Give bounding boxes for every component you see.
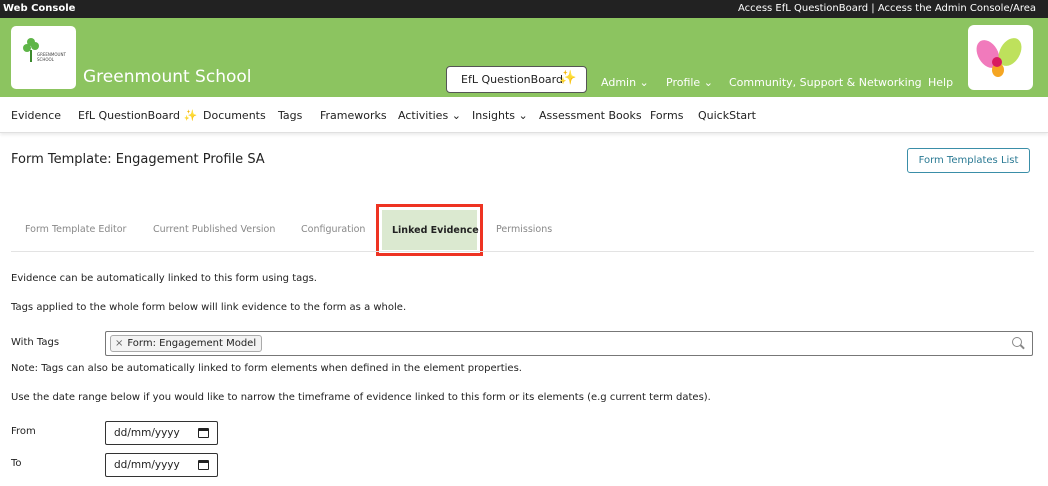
date-range-instructions: Use the date range below if you would li… [11,392,711,403]
top-bar: Web Console Access EfL QuestionBoard | A… [0,0,1048,18]
magic-wand-icon: ✨ [559,70,577,86]
calendar-icon[interactable] [198,460,209,470]
chevron-down-icon: ⌄ [451,109,461,122]
help-link[interactable]: Help [928,76,953,89]
main-nav: Evidence EfL QuestionBoard ✨ Documents T… [0,97,1048,133]
nav-activities[interactable]: Activities ⌄ [398,109,461,122]
school-banner: GREENMOUNT SCHOOL Greenmount School EfL … [0,18,1048,97]
to-date-input[interactable]: dd/mm/yyyy [105,453,218,477]
questionboard-button[interactable]: EfL QuestionBoard ✨ [446,66,587,93]
nav-forms[interactable]: Forms [650,109,683,122]
tab-configuration[interactable]: Configuration [301,224,365,235]
nav-quickstart[interactable]: QuickStart [698,109,756,122]
tab-linked-evidence-label: Linked Evidence [392,225,479,236]
magic-wand-icon: ✨ [183,109,198,122]
with-tags-label: With Tags [11,337,60,348]
tag-chip[interactable]: × Form: Engagement Model [110,335,263,352]
tabs-divider [11,251,1034,252]
nav-documents[interactable]: Documents [203,109,266,122]
calendar-icon[interactable] [198,428,209,438]
nav-insights[interactable]: Insights ⌄ [472,109,528,122]
school-logo[interactable]: GREENMOUNT SCHOOL [11,26,76,89]
questionboard-label: EfL QuestionBoard [461,73,563,86]
access-links[interactable]: Access EfL QuestionBoard | Access the Ad… [738,3,1036,14]
remove-tag-icon[interactable]: × [115,338,123,349]
tab-permissions[interactable]: Permissions [496,224,552,235]
logo-text: GREENMOUNT SCHOOL [37,52,66,62]
nav-questionboard[interactable]: EfL QuestionBoard ✨ [78,109,197,122]
nav-tags[interactable]: Tags [278,109,302,122]
profile-menu[interactable]: Profile ⌄ [666,76,713,89]
tab-current-published-version[interactable]: Current Published Version [153,224,275,235]
community-link[interactable]: Community, Support & Networking [729,76,922,89]
search-icon [1012,337,1025,350]
nav-assessment-books[interactable]: Assessment Books [539,109,642,122]
to-label: To [11,458,22,469]
from-date-input[interactable]: dd/mm/yyyy [105,421,218,445]
school-name: Greenmount School [83,67,252,87]
nav-evidence[interactable]: Evidence [11,109,61,122]
intro-text: Evidence can be automatically linked to … [11,273,317,284]
from-label: From [11,426,36,437]
brand-logo[interactable] [968,25,1033,90]
tags-note: Note: Tags can also be automatically lin… [11,363,522,374]
form-templates-list-button[interactable]: Form Templates List [907,148,1030,173]
tab-form-template-editor[interactable]: Form Template Editor [25,224,126,235]
nav-frameworks[interactable]: Frameworks [320,109,387,122]
tab-linked-evidence[interactable]: Linked Evidence [376,204,483,256]
admin-menu[interactable]: Admin ⌄ [601,76,649,89]
page-title: Form Template: Engagement Profile SA [11,152,265,167]
console-title: Web Console [3,3,76,14]
tags-input[interactable]: × Form: Engagement Model [105,331,1033,356]
chevron-down-icon: ⌄ [518,109,528,122]
form-tags-text: Tags applied to the whole form below wil… [11,302,407,313]
